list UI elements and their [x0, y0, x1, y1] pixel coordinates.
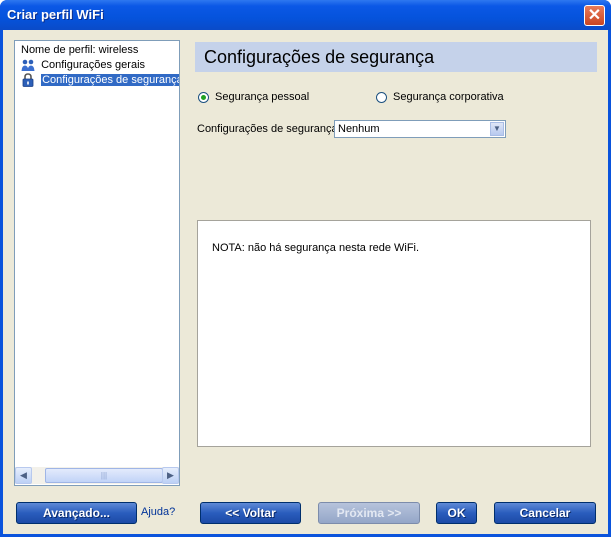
security-select-label: Configurações de segurança: [197, 123, 338, 135]
radio-button-unchecked[interactable]: [376, 91, 387, 103]
radio-personal-security[interactable]: Segurança pessoal: [198, 90, 309, 104]
tree-horizontal-scrollbar[interactable]: ◀ ||| ▶: [15, 467, 179, 484]
button-label: OK: [447, 506, 466, 520]
back-button[interactable]: << Voltar: [200, 502, 301, 524]
grip-icon: |||: [100, 471, 108, 480]
close-button[interactable]: ✕: [584, 5, 605, 26]
ok-button[interactable]: OK: [436, 502, 477, 524]
note-box: NOTA: não há segurança nesta rede WiFi.: [197, 220, 591, 447]
note-text: NOTA: não há segurança nesta rede WiFi.: [212, 242, 420, 254]
next-button[interactable]: Próxima >>: [318, 502, 420, 524]
scroll-left-button[interactable]: ◀: [15, 467, 32, 484]
radio-button-checked[interactable]: [198, 91, 209, 103]
chevron-right-icon: ▶: [167, 470, 174, 480]
dialog-window: Criar perfil WiFi ✕ Nome de perfil: wire…: [0, 0, 611, 537]
cancel-button[interactable]: Cancelar: [494, 502, 596, 524]
chevron-left-icon: ◀: [20, 470, 27, 480]
close-icon: ✕: [587, 7, 602, 24]
tree-item-label: Configurações gerais: [41, 59, 146, 71]
title-bar[interactable]: Criar perfil WiFi ✕: [0, 0, 611, 30]
tree-item-label: Configurações de segurança: [41, 74, 179, 86]
scrollbar-thumb[interactable]: |||: [45, 468, 163, 483]
tree-item-label: Nome de perfil: wireless: [21, 44, 139, 56]
button-label: << Voltar: [225, 506, 276, 520]
button-label: Avançado...: [43, 506, 110, 520]
advanced-button[interactable]: Avançado...: [16, 502, 137, 524]
radio-label: Segurança corporativa: [393, 91, 504, 103]
lock-icon: [21, 73, 35, 87]
button-label: Próxima >>: [336, 506, 402, 520]
security-select-value: Nenhum: [338, 123, 380, 135]
tree-item-general-settings[interactable]: Configurações gerais: [21, 58, 145, 73]
dialog-client: Nome de perfil: wireless Configurações g…: [3, 30, 608, 534]
radio-label: Segurança pessoal: [215, 91, 310, 103]
radio-corporate-security[interactable]: Segurança corporativa: [376, 90, 504, 104]
profile-tree: Nome de perfil: wireless Configurações g…: [14, 40, 180, 486]
section-title: Configurações de segurança: [204, 47, 435, 67]
window-title: Criar perfil WiFi: [7, 7, 104, 22]
dropdown-button[interactable]: ▼: [490, 122, 504, 136]
users-icon: [21, 58, 35, 72]
chevron-down-icon: ▼: [493, 124, 501, 133]
scroll-right-button[interactable]: ▶: [162, 467, 179, 484]
help-link[interactable]: Ajuda?: [141, 506, 175, 518]
button-label: Cancelar: [519, 506, 571, 520]
tree-item-profile-name[interactable]: Nome de perfil: wireless: [21, 43, 138, 58]
section-header: Configurações de segurança: [195, 42, 597, 72]
tree-item-security-settings[interactable]: Configurações de segurança: [21, 73, 179, 88]
security-select[interactable]: Nenhum ▼: [334, 120, 506, 138]
